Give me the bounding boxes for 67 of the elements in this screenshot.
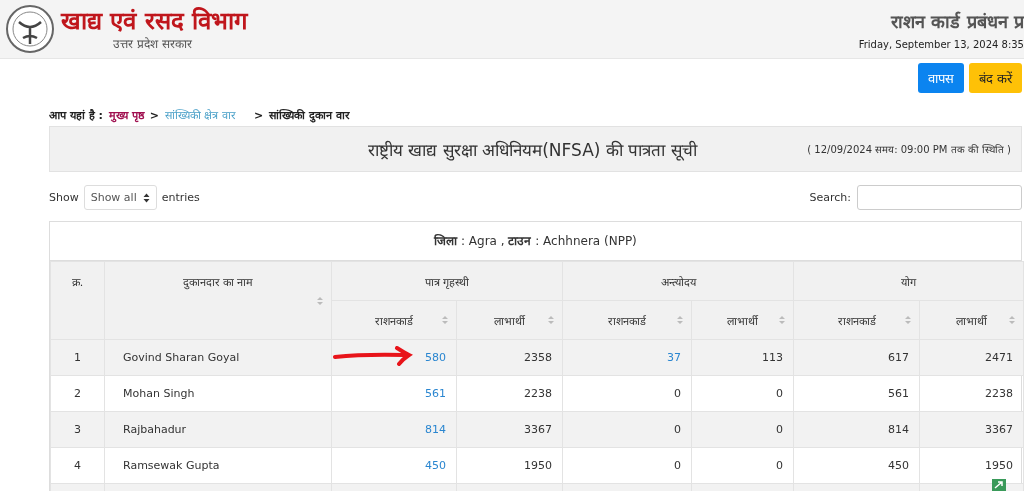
- department-title: खाद्य एवं रसद विभाग: [61, 6, 249, 35]
- data-status-text: ( 12/09/2024 समय: 09:00 PM तक की स्थिति ): [807, 143, 1011, 156]
- sort-icon: [548, 315, 554, 325]
- back-button[interactable]: वापस: [917, 63, 964, 93]
- column-header[interactable]: लाभार्थी: [691, 300, 794, 340]
- column-header[interactable]: लाभार्थी: [456, 300, 563, 340]
- row-number-cell: 3: [50, 411, 105, 448]
- table-cell: 113: [691, 339, 794, 376]
- sort-icon: [1009, 315, 1015, 325]
- search-label: Search:: [809, 191, 851, 204]
- table-cell: 0: [562, 375, 692, 412]
- table-cell: 2238: [456, 375, 563, 412]
- table-cell: 617: [793, 339, 920, 376]
- breadcrumb-separator: >: [149, 109, 159, 122]
- sort-icon: [442, 315, 448, 325]
- table-cell: 1950: [456, 447, 563, 484]
- breadcrumb-separator: >: [253, 109, 264, 122]
- current-date: Friday, September 13, 2024 8:35: [858, 38, 1024, 50]
- table-cell: 814: [793, 411, 920, 448]
- sort-icon: [317, 295, 323, 306]
- row-number-cell: 1: [50, 339, 105, 376]
- column-group-header: योग: [793, 261, 1024, 301]
- table-cell: 2238: [919, 375, 1024, 412]
- table-cell: 561: [793, 375, 920, 412]
- close-button[interactable]: बंद करें: [968, 63, 1022, 93]
- row-number-cell: 2: [50, 375, 105, 412]
- breadcrumb-link[interactable]: मुख्य पृष्ठ: [108, 107, 144, 122]
- table-cell: 0: [691, 447, 794, 484]
- sort-icon: [677, 315, 683, 325]
- column-header: क्र.: [50, 261, 105, 340]
- dropdown-caret-icon: [142, 192, 150, 203]
- table-cell: 3367: [456, 411, 563, 448]
- table-cell: 0: [691, 375, 794, 412]
- table-cell: 2471: [919, 339, 1024, 376]
- row-number-cell: 4: [50, 447, 105, 484]
- count-link[interactable]: 814: [331, 411, 457, 448]
- column-group-header: अन्त्योदय: [562, 261, 794, 301]
- entries-label: entries: [161, 191, 200, 204]
- column-header[interactable]: लाभार्थी: [919, 300, 1024, 340]
- table-cell: 0: [562, 447, 692, 484]
- breadcrumb-label: आप यहां है :: [49, 108, 103, 122]
- column-header[interactable]: राशनकार्ड: [793, 300, 920, 340]
- sort-icon: [905, 315, 911, 325]
- page-title: राष्ट्रीय खाद्य सुरक्षा अधिनियम(NFSA) की पात्रता सूची: [368, 138, 697, 161]
- shopkeeper-name-cell: Rajbahadur: [104, 411, 332, 448]
- entries-dropdown[interactable]: Show all: [83, 185, 157, 210]
- table-cell: 0: [691, 411, 794, 448]
- shopkeeper-name-cell: Ramsewak Gupta: [104, 447, 332, 484]
- column-header[interactable]: राशनकार्ड: [331, 300, 457, 340]
- column-header[interactable]: राशनकार्ड: [562, 300, 692, 340]
- column-header[interactable]: दुकानदार का नाम: [104, 261, 332, 340]
- system-title: राशन कार्ड प्रबंधन प्र: [891, 9, 1024, 33]
- shopkeeper-name-cell: Govind Sharan Goyal: [104, 339, 332, 376]
- count-link[interactable]: 450: [331, 447, 457, 484]
- shopkeeper-name-cell: Mohan Singh: [104, 375, 332, 412]
- count-link[interactable]: 561: [331, 375, 457, 412]
- breadcrumb-current: सांख्यिकी दुकान वार: [269, 108, 350, 122]
- table-cell: 2358: [456, 339, 563, 376]
- table-cell: 0: [562, 411, 692, 448]
- emblem-logo: [5, 4, 55, 54]
- table-cell: 3367: [919, 411, 1024, 448]
- column-group-header: पात्र गृहस्थी: [331, 261, 563, 301]
- state-government-subtitle: उत्तर प्रदेश सरकार: [113, 35, 193, 52]
- sort-icon: [779, 315, 785, 325]
- search-field[interactable]: [857, 185, 1022, 210]
- show-label: Show: [49, 191, 79, 204]
- table-cell: 450: [793, 447, 920, 484]
